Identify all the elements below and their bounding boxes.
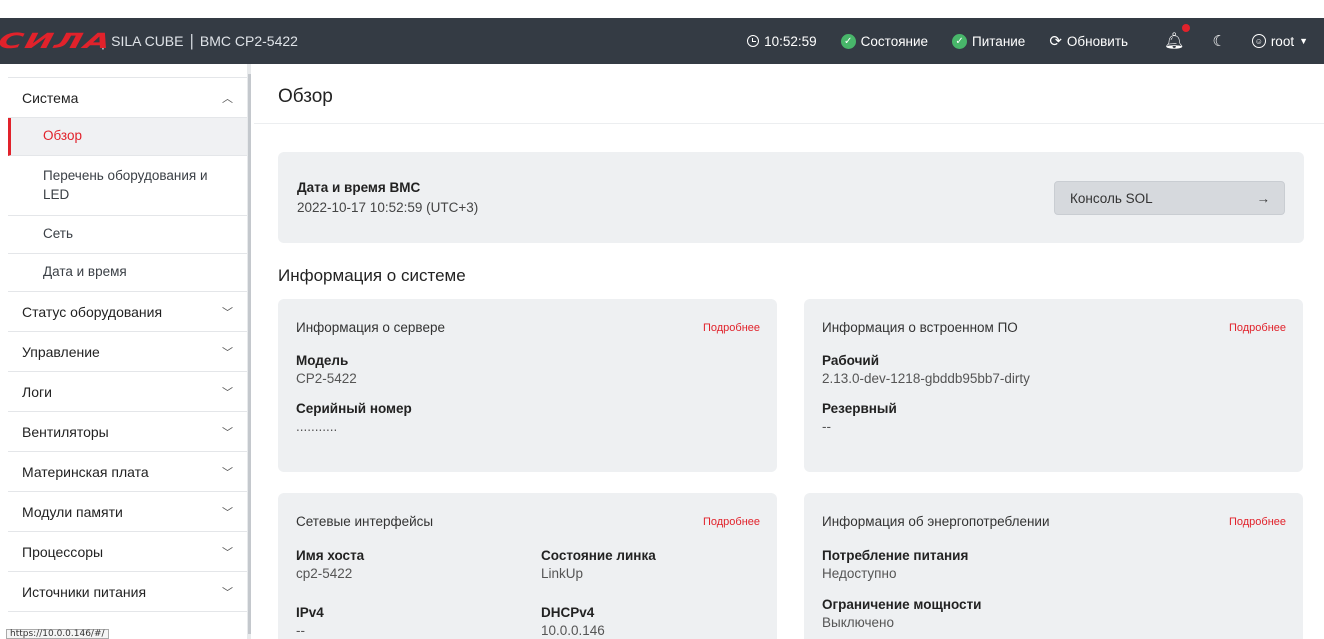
more-link[interactable]: Подробнее [1229, 516, 1286, 528]
chevron-down-icon: ﹀ [222, 386, 233, 399]
top-bar: СИЛА | SILA CUBE | BMC CP2-5422 10:52:59… [0, 0, 1324, 64]
refresh-icon: ⟳ [1049, 33, 1062, 50]
serial-field: Серийный номер ........... [296, 401, 412, 434]
user-icon: ☺ [1251, 34, 1266, 48]
moon-icon[interactable]: ☾ [1212, 32, 1225, 50]
chevron-down-icon: ﹀ [222, 466, 233, 479]
firmware-info-card: Информация о встроенном ПО Подробнее Раб… [804, 299, 1303, 472]
main-content: Обзор Дата и время BMC 2022-10-17 10:52:… [254, 64, 1324, 639]
chevron-down-icon: ﹀ [222, 586, 233, 599]
network-interfaces-card: Сетевые интерфейсы Подробнее Имя хоста c… [278, 493, 777, 639]
sidebar-item-overview[interactable]: Обзор [8, 118, 247, 156]
sidebar-section-motherboard[interactable]: Материнская плата ﹀ [8, 452, 247, 492]
arrow-right-icon: → [1256, 190, 1271, 206]
sidebar-section-control[interactable]: Управление ﹀ [8, 332, 247, 372]
card-title: Информация о сервере [296, 320, 445, 335]
running-firmware-field: Рабочий 2.13.0-dev-1218-gbddb95bb7-dirty [822, 353, 1030, 386]
dhcpv4-field: DHCPv4 10.0.0.146 [541, 605, 605, 638]
model-field: Модель CP2-5422 [296, 353, 357, 386]
backup-firmware-field: Резервный -- [822, 401, 897, 434]
more-link[interactable]: Подробнее [703, 516, 760, 528]
sidebar-section-fans[interactable]: Вентиляторы ﹀ [8, 412, 247, 452]
power-info-card: Информация об энергопотреблении Подробне… [804, 493, 1303, 639]
link-state-field: Состояние линка LinkUp [541, 548, 656, 581]
sidebar-section-memory[interactable]: Модули памяти ﹀ [8, 492, 247, 532]
clock-time: 10:52:59 [764, 33, 817, 49]
caret-down-icon: ▼ [1299, 36, 1308, 46]
sidebar-section-system[interactable]: Система ︿ [8, 78, 247, 118]
check-circle-icon: ✓ [952, 33, 968, 49]
bmc-datetime-label: Дата и время BMC [297, 180, 421, 195]
bmc-datetime-value: 2022-10-17 10:52:59 (UTC+3) [297, 200, 479, 215]
sidebar-section-hardware-status[interactable]: Статус оборудования ﹀ [8, 292, 247, 332]
more-link[interactable]: Подробнее [703, 322, 760, 334]
card-title: Сетевые интерфейсы [296, 514, 434, 529]
power-cap-field: Ограничение мощности Выключено [822, 597, 982, 630]
bmc-datetime-card: Дата и время BMC 2022-10-17 10:52:59 (UT… [278, 152, 1304, 243]
user-menu-button[interactable]: ☺ root ▼ [1251, 33, 1308, 49]
clock: 10:52:59 [747, 34, 817, 49]
check-circle-icon: ✓ [840, 33, 856, 49]
system-info-title: Информация о системе [278, 266, 466, 285]
clock-icon [747, 35, 760, 47]
divider [254, 123, 1324, 124]
chevron-down-icon: ﹀ [222, 426, 233, 439]
logo-text: СИЛА [0, 29, 115, 53]
bell-icon: 🔔︎ [1164, 33, 1185, 50]
user-name: root [1270, 33, 1295, 49]
more-link[interactable]: Подробнее [1229, 322, 1286, 334]
power-consumption-field: Потребление питания Недоступно [822, 548, 969, 581]
sidebar-item-datetime[interactable]: Дата и время [8, 254, 247, 292]
chevron-down-icon: ﹀ [222, 346, 233, 359]
brand-name: SILA CUBE [111, 33, 184, 49]
sidebar-section-logs[interactable]: Логи ﹀ [8, 372, 247, 412]
health-status-button[interactable]: ✓ Состояние [840, 33, 928, 49]
sidebar-section-processors[interactable]: Процессоры ﹀ [8, 532, 247, 572]
chevron-down-icon: ﹀ [222, 546, 233, 559]
sol-console-button[interactable]: Консоль SOL → [1054, 181, 1285, 215]
sidebar-item-inventory[interactable]: Перечень оборудования и LED [8, 156, 247, 216]
refresh-button[interactable]: ⟳ Обновить [1049, 32, 1128, 50]
chevron-down-icon: ﹀ [222, 306, 233, 319]
notifications-button[interactable]: 🔔︎ [1164, 24, 1191, 51]
sidebar: Система ︿ Обзор Перечень оборудования и … [8, 64, 251, 639]
page-title: Обзор [278, 86, 333, 107]
card-title: Информация об энергопотреблении [822, 514, 1050, 529]
bmc-name: BMC CP2-5422 [199, 33, 298, 49]
browser-status-url: https://10.0.0.146/#/ [6, 629, 109, 639]
ipv4-field: IPv4 -- [296, 605, 324, 638]
notification-badge [1182, 24, 1191, 32]
sila-logo[interactable]: СИЛА [0, 29, 114, 53]
card-title: Информация о встроенном ПО [822, 320, 1018, 335]
power-status-button[interactable]: ✓ Питание [952, 33, 1025, 49]
server-info-card: Информация о сервере Подробнее Модель CP… [278, 299, 777, 472]
sidebar-scrollbar[interactable] [247, 64, 251, 639]
sidebar-section-power-supplies[interactable]: Источники питания ﹀ [8, 572, 247, 612]
sidebar-item-network[interactable]: Сеть [8, 216, 247, 254]
hostname-field: Имя хоста cp2-5422 [296, 548, 365, 581]
chevron-up-icon: ︿ [222, 92, 233, 105]
chevron-down-icon: ﹀ [222, 506, 233, 519]
